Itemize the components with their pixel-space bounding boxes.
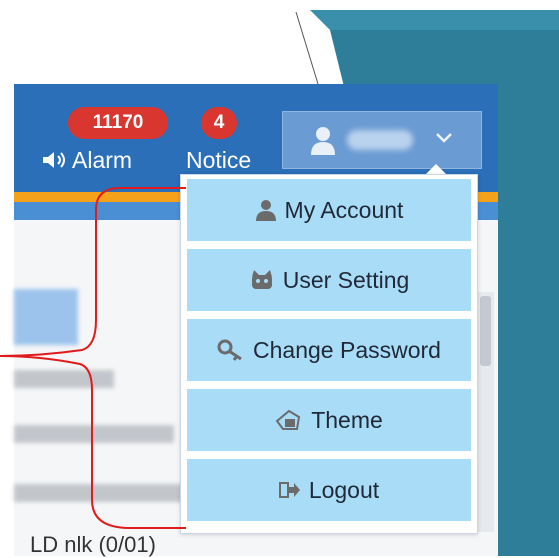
user-setting-icon [251,270,272,289]
menu-item-theme[interactable]: Theme [187,389,471,452]
menu-item-label: User Setting [282,266,410,293]
menu-item-logout[interactable]: Logout [187,459,471,522]
theme-icon [275,409,301,430]
user-dropdown-menu: My Account User Setting Change Password … [180,174,478,534]
chevron-down-icon [436,133,452,143]
content-scrollbar[interactable] [477,292,494,532]
alarm-link[interactable]: Alarm [40,147,132,173]
scrollbar-thumb[interactable] [480,296,491,366]
logout-icon [278,482,300,498]
volume-icon [43,152,65,168]
blurred-text-row [14,370,114,388]
user-icon [311,127,335,155]
menu-caret [426,164,446,174]
notice-link[interactable]: Notice [186,147,251,173]
menu-item-label: Theme [311,406,383,433]
menu-item-label: Change Password [253,336,441,363]
key-icon [217,339,242,361]
user-menu-button[interactable] [282,111,482,169]
alarm-count-badge: 11170 [68,107,168,139]
menu-item-change-password[interactable]: Change Password [187,319,471,382]
alarm-label: Alarm [72,147,133,173]
notice-count-badge: 4 [201,107,237,139]
menu-item-label: My Account [284,196,404,223]
menu-item-label: Logout [308,476,380,503]
user-icon [255,200,276,221]
username-blurred [347,130,413,150]
menu-item-my-account[interactable]: My Account [187,179,471,242]
menu-item-user-setting[interactable]: User Setting [187,249,471,312]
partial-content-text: LD nlk (0/01) [30,532,156,557]
notice-label: Notice [186,147,252,173]
blurred-text-row [14,425,174,443]
selected-item-blurred[interactable] [14,289,78,345]
blurred-text-row [14,484,189,502]
